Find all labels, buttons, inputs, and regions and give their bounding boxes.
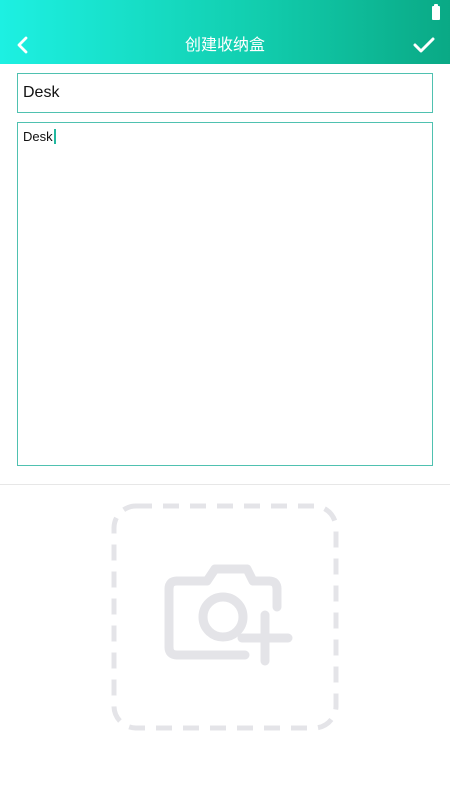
chevron-left-icon [17,36,28,54]
battery-icon [432,4,440,20]
description-value: Desk [23,129,53,144]
name-input-value: Desk [23,84,60,101]
checkmark-icon [413,37,435,53]
camera-add-icon [111,503,339,731]
confirm-button[interactable] [406,30,442,60]
back-button[interactable] [8,30,38,60]
section-divider [0,484,450,485]
description-textarea[interactable]: Desk [17,122,433,466]
page-title: 创建收纳盒 [184,35,265,54]
add-photo-button[interactable] [111,503,339,731]
text-cursor [53,129,56,144]
app-header: 创建收纳盒 [0,0,450,64]
name-input[interactable]: Desk [17,73,433,113]
